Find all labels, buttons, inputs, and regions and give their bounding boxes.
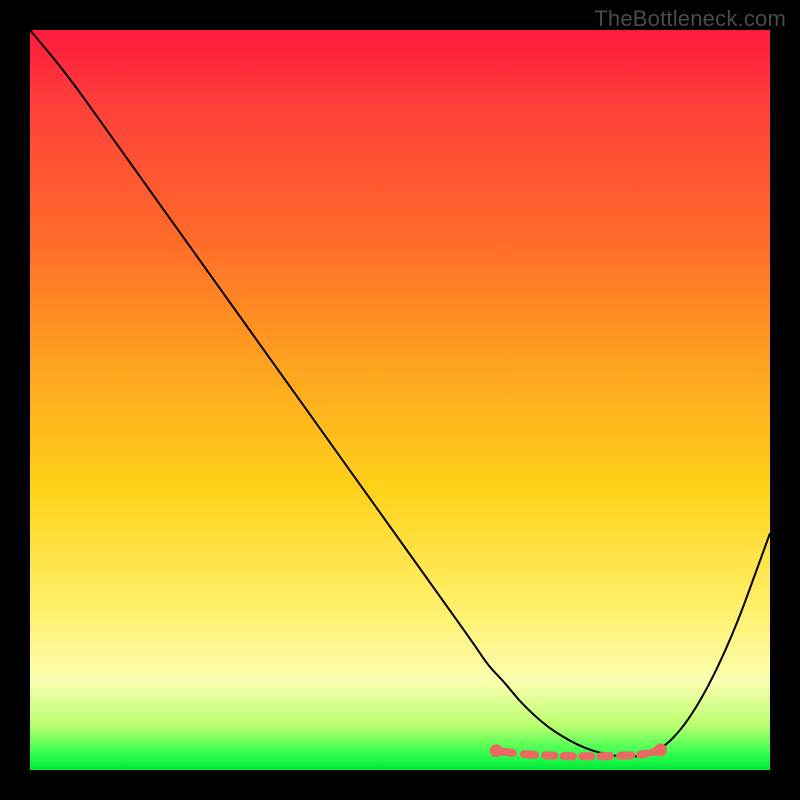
highlight-dash [640, 754, 647, 755]
chart-frame: TheBottleneck.com [0, 0, 800, 800]
bottleneck-curve-line [30, 30, 770, 757]
highlight-dash [653, 751, 658, 752]
highlight-dash [524, 754, 535, 755]
highlight-dash [502, 752, 513, 753]
chart-overlay-svg [30, 30, 770, 770]
chart-plot-area [30, 30, 770, 770]
attribution-text: TheBottleneck.com [594, 6, 786, 32]
